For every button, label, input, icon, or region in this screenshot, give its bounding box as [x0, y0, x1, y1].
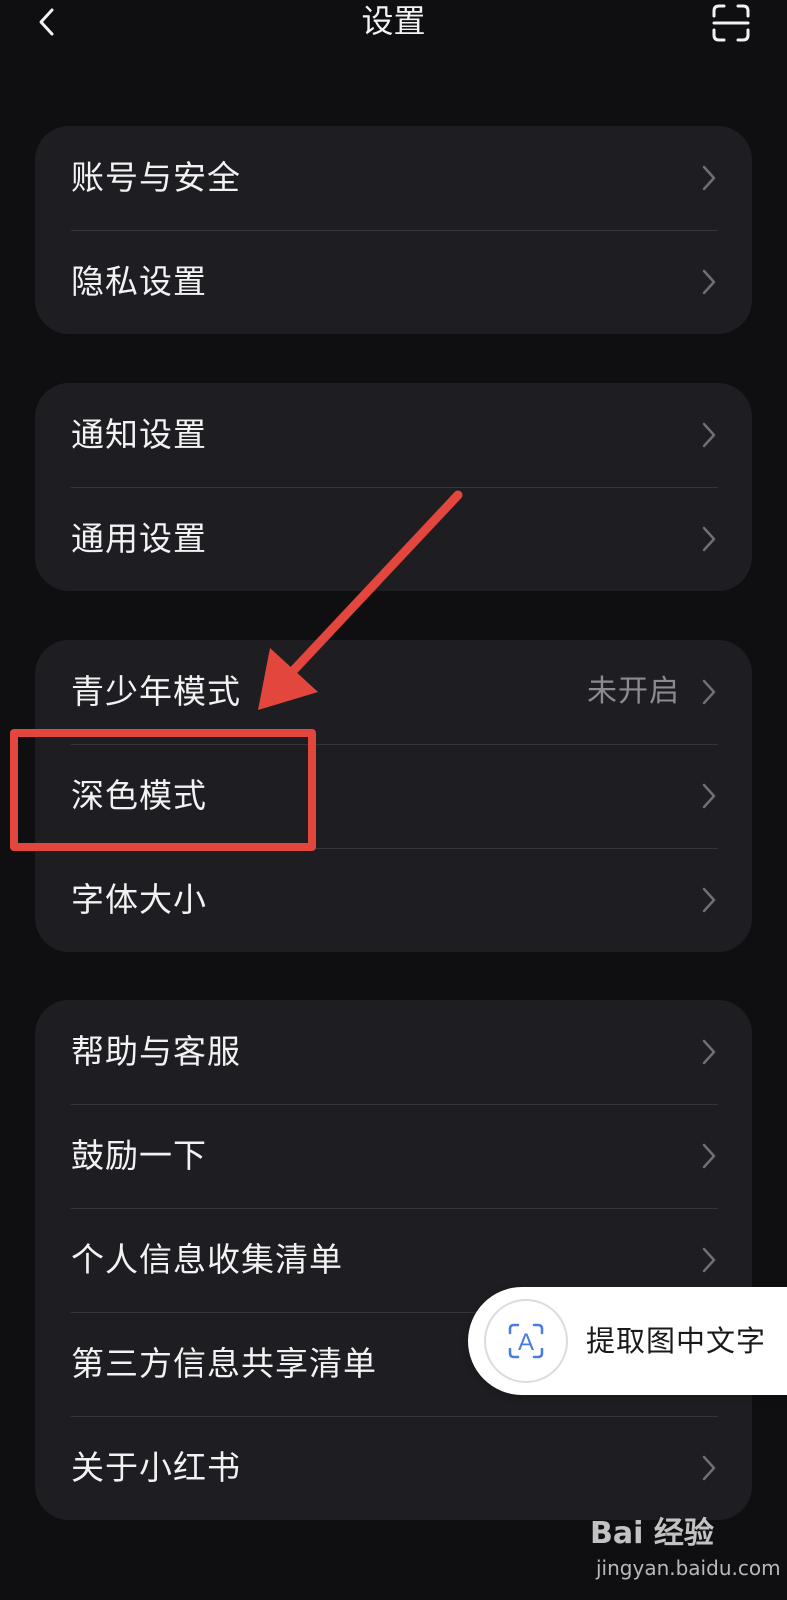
scan-icon: [712, 4, 750, 42]
row-label: 账号与安全: [71, 158, 241, 197]
chevron-right-icon: [702, 679, 716, 705]
row-label: 帮助与客服: [71, 1032, 241, 1071]
settings-group-notifications: 通知设置 通用设置: [35, 383, 752, 591]
settings-row-general[interactable]: 通用设置: [35, 487, 752, 591]
chevron-right-icon: [702, 165, 716, 191]
settings-row-encourage[interactable]: 鼓励一下: [35, 1104, 752, 1208]
chevron-right-icon: [702, 1143, 716, 1169]
settings-group-about: 帮助与客服 鼓励一下 个人信息收集清单 第三方信息共享清单 关于小红书: [35, 1000, 752, 1520]
row-label: 通知设置: [71, 415, 207, 454]
chevron-right-icon: [702, 887, 716, 913]
row-label: 字体大小: [71, 880, 207, 919]
chevron-right-icon: [702, 1247, 716, 1273]
settings-group-account: 账号与安全 隐私设置: [35, 126, 752, 334]
row-label: 第三方信息共享清单: [71, 1344, 377, 1383]
settings-row-notifications[interactable]: 通知设置: [35, 383, 752, 487]
top-bar: 设置: [0, 0, 787, 46]
settings-row-about[interactable]: 关于小红书: [35, 1416, 752, 1520]
watermark-url: jingyan.baidu.com: [596, 1556, 781, 1580]
settings-row-account-security[interactable]: 账号与安全: [35, 126, 752, 230]
baidu-jingyan-watermark: Bai 经验 jingyan.baidu.com: [590, 1508, 781, 1588]
row-label: 通用设置: [71, 519, 207, 558]
extract-text-label: 提取图中文字: [586, 1324, 767, 1358]
text-recognition-glyph: A: [508, 1323, 544, 1359]
settings-row-dark-mode[interactable]: 深色模式: [35, 744, 752, 848]
row-label: 青少年模式: [71, 672, 241, 711]
row-label: 深色模式: [71, 776, 207, 815]
row-label: 鼓励一下: [71, 1136, 207, 1175]
settings-row-privacy[interactable]: 隐私设置: [35, 230, 752, 334]
settings-row-help[interactable]: 帮助与客服: [35, 1000, 752, 1104]
chevron-right-icon: [702, 526, 716, 552]
scan-button[interactable]: [710, 2, 752, 44]
teen-mode-status: 未开启: [587, 674, 680, 709]
row-label: 隐私设置: [71, 262, 207, 301]
chevron-right-icon: [702, 1039, 716, 1065]
svg-text:A: A: [518, 1329, 534, 1356]
chevron-right-icon: [702, 422, 716, 448]
settings-row-teen-mode[interactable]: 青少年模式 未开启: [35, 640, 752, 744]
text-recognition-icon: A: [484, 1299, 568, 1383]
chevron-right-icon: [702, 783, 716, 809]
chevron-right-icon: [702, 1455, 716, 1481]
chevron-right-icon: [702, 269, 716, 295]
row-label: 个人信息收集清单: [71, 1240, 343, 1279]
settings-row-font-size[interactable]: 字体大小: [35, 848, 752, 952]
extract-text-button[interactable]: A 提取图中文字: [468, 1287, 787, 1395]
row-label: 关于小红书: [71, 1448, 241, 1487]
settings-group-display: 青少年模式 未开启 深色模式 字体大小: [35, 640, 752, 952]
page-title: 设置: [361, 2, 426, 40]
